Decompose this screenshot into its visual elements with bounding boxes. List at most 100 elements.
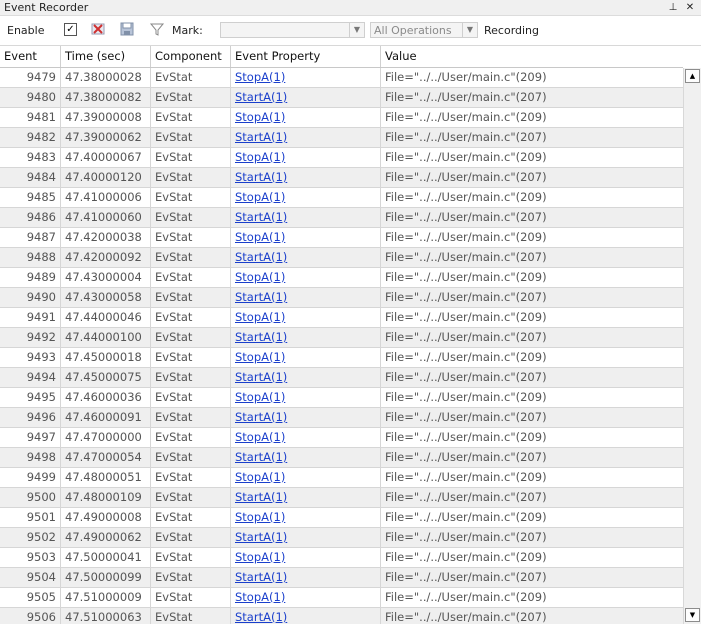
column-header-time[interactable]: Time (sec) <box>61 46 151 67</box>
event-property-link[interactable]: StopA(1) <box>235 150 285 164</box>
pin-icon[interactable]: ⊥ <box>667 2 679 14</box>
table-row[interactable]: 9503 47.50000041 EvStat StopA(1) File="../..… <box>0 548 683 568</box>
event-property-link[interactable]: StopA(1) <box>235 390 285 404</box>
scroll-down-icon[interactable]: ▼ <box>685 608 700 622</box>
cell-value: File="../../User/main.c"(209) <box>385 390 547 404</box>
event-property-link[interactable]: StopA(1) <box>235 550 285 564</box>
operations-select[interactable]: All Operations ▼ <box>370 22 478 38</box>
event-property-link[interactable]: StopA(1) <box>235 110 285 124</box>
table-row[interactable]: 9500 47.48000109 EvStat StartA(1) File="../.… <box>0 488 683 508</box>
cell-property: StopA(1) <box>231 348 381 367</box>
clear-icon[interactable] <box>90 21 106 37</box>
event-property-link[interactable]: StartA(1) <box>235 330 287 344</box>
table-row[interactable]: 9486 47.41000060 EvStat StartA(1) File="../.… <box>0 208 683 228</box>
event-property-link[interactable]: StopA(1) <box>235 310 285 324</box>
table-row[interactable]: 9497 47.47000000 EvStat StopA(1) File="../..… <box>0 428 683 448</box>
table-row[interactable]: 9484 47.40000120 EvStat StartA(1) File="../.… <box>0 168 683 188</box>
mark-select[interactable]: ▼ <box>220 22 365 38</box>
enable-label: Enable <box>7 24 45 37</box>
close-icon[interactable]: ✕ <box>684 2 696 14</box>
table-row[interactable]: 9481 47.39000008 EvStat StopA(1) File="../..… <box>0 108 683 128</box>
cell-time: 47.48000051 <box>61 468 151 487</box>
cell-time: 47.41000060 <box>61 208 151 227</box>
table-row[interactable]: 9499 47.48000051 EvStat StopA(1) File="../..… <box>0 468 683 488</box>
scroll-up-icon[interactable]: ▲ <box>685 69 700 83</box>
event-property-link[interactable]: StopA(1) <box>235 590 285 604</box>
enable-checkbox[interactable]: ✓ <box>64 23 77 36</box>
cell-component: EvStat <box>151 528 231 547</box>
column-header-value[interactable]: Value <box>381 46 683 67</box>
table-row[interactable]: 9480 47.38000082 EvStat StartA(1) File="../.… <box>0 88 683 108</box>
cell-time: 47.43000004 <box>61 268 151 287</box>
scrollbar-track[interactable] <box>685 84 700 606</box>
table-row[interactable]: 9502 47.49000062 EvStat StartA(1) File="../.… <box>0 528 683 548</box>
event-property-link[interactable]: StopA(1) <box>235 270 285 284</box>
column-header-component[interactable]: Component <box>151 46 231 67</box>
event-property-link[interactable]: StopA(1) <box>235 190 285 204</box>
event-table: 9479 47.38000028 EvStat StopA(1) File="../..… <box>0 68 683 624</box>
cell-event: 9494 <box>0 368 61 387</box>
event-property-link[interactable]: StopA(1) <box>235 470 285 484</box>
table-row[interactable]: 9491 47.44000046 EvStat StopA(1) File="../..… <box>0 308 683 328</box>
column-header-event-property[interactable]: Event Property <box>231 46 381 67</box>
event-property-link[interactable]: StartA(1) <box>235 610 287 624</box>
event-property-link[interactable]: StopA(1) <box>235 510 285 524</box>
event-property-link[interactable]: StartA(1) <box>235 410 287 424</box>
cell-property: StopA(1) <box>231 228 381 247</box>
cell-event: 9479 <box>0 68 61 87</box>
table-row[interactable]: 9505 47.51000009 EvStat StopA(1) File="../..… <box>0 588 683 608</box>
table-row[interactable]: 9494 47.45000075 EvStat StartA(1) File="../.… <box>0 368 683 388</box>
table-row[interactable]: 9487 47.42000038 EvStat StopA(1) File="../..… <box>0 228 683 248</box>
table-row[interactable]: 9479 47.38000028 EvStat StopA(1) File="../..… <box>0 68 683 88</box>
cell-property: StopA(1) <box>231 388 381 407</box>
cell-time: 47.49000008 <box>61 508 151 527</box>
event-property-link[interactable]: StartA(1) <box>235 530 287 544</box>
event-property-link[interactable]: StartA(1) <box>235 570 287 584</box>
cell-event: 9504 <box>0 568 61 587</box>
table-row[interactable]: 9489 47.43000004 EvStat StopA(1) File="../..… <box>0 268 683 288</box>
event-property-link[interactable]: StartA(1) <box>235 210 287 224</box>
table-row[interactable]: 9490 47.43000058 EvStat StartA(1) File="../.… <box>0 288 683 308</box>
cell-value: File="../../User/main.c"(207) <box>385 610 547 624</box>
event-property-link[interactable]: StartA(1) <box>235 490 287 504</box>
table-row[interactable]: 9496 47.46000091 EvStat StartA(1) File="../.… <box>0 408 683 428</box>
cell-event: 9501 <box>0 508 61 527</box>
table-row[interactable]: 9485 47.41000006 EvStat StopA(1) File="../..… <box>0 188 683 208</box>
column-header-event[interactable]: Event <box>0 46 61 67</box>
event-property-link[interactable]: StartA(1) <box>235 450 287 464</box>
cell-property: StartA(1) <box>231 288 381 307</box>
cell-component: EvStat <box>151 448 231 467</box>
event-property-link[interactable]: StopA(1) <box>235 430 285 444</box>
event-property-link[interactable]: StopA(1) <box>235 70 285 84</box>
cell-component: EvStat <box>151 248 231 267</box>
cell-time: 47.40000067 <box>61 148 151 167</box>
event-property-link[interactable]: StartA(1) <box>235 250 287 264</box>
cell-event: 9503 <box>0 548 61 567</box>
table-row[interactable]: 9506 47.51000063 EvStat StartA(1) File="../.… <box>0 608 683 624</box>
filter-icon[interactable] <box>149 21 165 37</box>
event-property-link[interactable]: StopA(1) <box>235 230 285 244</box>
cell-property: StopA(1) <box>231 428 381 447</box>
cell-property: StopA(1) <box>231 188 381 207</box>
table-row[interactable]: 9498 47.47000054 EvStat StartA(1) File="../.… <box>0 448 683 468</box>
event-property-link[interactable]: StartA(1) <box>235 370 287 384</box>
table-row[interactable]: 9504 47.50000099 EvStat StartA(1) File="../.… <box>0 568 683 588</box>
table-row[interactable]: 9501 47.49000008 EvStat StopA(1) File="../..… <box>0 508 683 528</box>
table-row[interactable]: 9483 47.40000067 EvStat StopA(1) File="../..… <box>0 148 683 168</box>
vertical-scrollbar[interactable]: ▲ ▼ <box>683 68 701 624</box>
event-property-link[interactable]: StartA(1) <box>235 290 287 304</box>
event-property-link[interactable]: StartA(1) <box>235 170 287 184</box>
table-row[interactable]: 9495 47.46000036 EvStat StopA(1) File="../..… <box>0 388 683 408</box>
table-row[interactable]: 9492 47.44000100 EvStat StartA(1) File="../.… <box>0 328 683 348</box>
cell-property: StartA(1) <box>231 368 381 387</box>
table-row[interactable]: 9482 47.39000062 EvStat StartA(1) File="../.… <box>0 128 683 148</box>
event-property-link[interactable]: StartA(1) <box>235 130 287 144</box>
event-property-link[interactable]: StopA(1) <box>235 350 285 364</box>
table-row[interactable]: 9488 47.42000092 EvStat StartA(1) File="../.… <box>0 248 683 268</box>
table-row[interactable]: 9493 47.45000018 EvStat StopA(1) File="../..… <box>0 348 683 368</box>
event-property-link[interactable]: StartA(1) <box>235 90 287 104</box>
cell-time: 47.41000006 <box>61 188 151 207</box>
cell-event: 9488 <box>0 248 61 267</box>
save-icon[interactable] <box>119 21 135 37</box>
cell-value: File="../../User/main.c"(207) <box>385 290 547 304</box>
